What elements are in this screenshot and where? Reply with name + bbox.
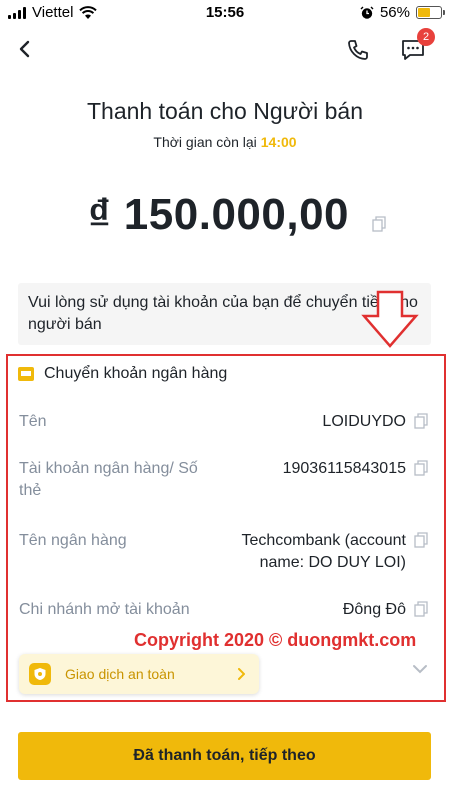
bank-card-icon: [18, 367, 34, 381]
field-label-account: Tài khoản ngân hàng/ Số thẻ: [19, 460, 198, 499]
copy-amount-icon[interactable]: [372, 216, 386, 232]
timer-value: 14:00: [260, 134, 297, 150]
field-value-bank: Techcombank (account name: DO DUY LOI): [241, 532, 406, 571]
battery-icon: [416, 6, 445, 19]
field-value-branch: Đông Đô: [342, 601, 406, 618]
timer-label: Thời gian còn lại: [153, 134, 257, 150]
page-title: Thanh toán cho Người bán: [87, 98, 363, 124]
copy-bank-icon[interactable]: [414, 532, 428, 548]
chevron-down-icon[interactable]: [412, 664, 428, 674]
paid-continue-button[interactable]: Đã thanh toán, tiếp theo: [18, 732, 431, 780]
annotation-arrow-icon: [361, 290, 419, 348]
chat-badge: 2: [417, 28, 435, 46]
field-value-name: LOIDUYDO: [322, 413, 406, 430]
field-value-account: 19036115843015: [282, 460, 406, 477]
status-bar: Viettel 15:56 56%: [0, 0, 450, 26]
payment-method-header: Chuyển khoản ngân hàng: [18, 365, 227, 383]
field-label-bank: Tên ngân hàng: [19, 532, 127, 549]
field-label-name: Tên: [19, 413, 47, 430]
phone-icon[interactable]: [346, 38, 370, 62]
alarm-icon: [360, 6, 374, 19]
payment-amount: ₫ 150.000,00: [88, 190, 350, 239]
shield-icon: [29, 663, 51, 685]
copy-branch-icon[interactable]: [414, 601, 428, 617]
copyright-watermark: Copyright 2020 © duongmkt.com: [134, 630, 417, 650]
safe-trade-label: Giao dịch an toàn: [65, 666, 175, 682]
back-icon[interactable]: [16, 38, 34, 60]
field-label-branch: Chi nhánh mở tài khoản: [19, 601, 190, 618]
payment-method-title: Chuyển khoản ngân hàng: [44, 365, 228, 382]
safe-trade-banner[interactable]: Giao dịch an toàn: [19, 654, 259, 694]
battery-percent: 56%: [379, 4, 410, 21]
copy-name-icon[interactable]: [414, 413, 428, 429]
timer-row: Thời gian còn lại 14:00: [0, 134, 450, 150]
chevron-right-icon: [238, 668, 245, 680]
status-right: 56%: [360, 4, 445, 21]
copy-account-icon[interactable]: [414, 460, 428, 476]
